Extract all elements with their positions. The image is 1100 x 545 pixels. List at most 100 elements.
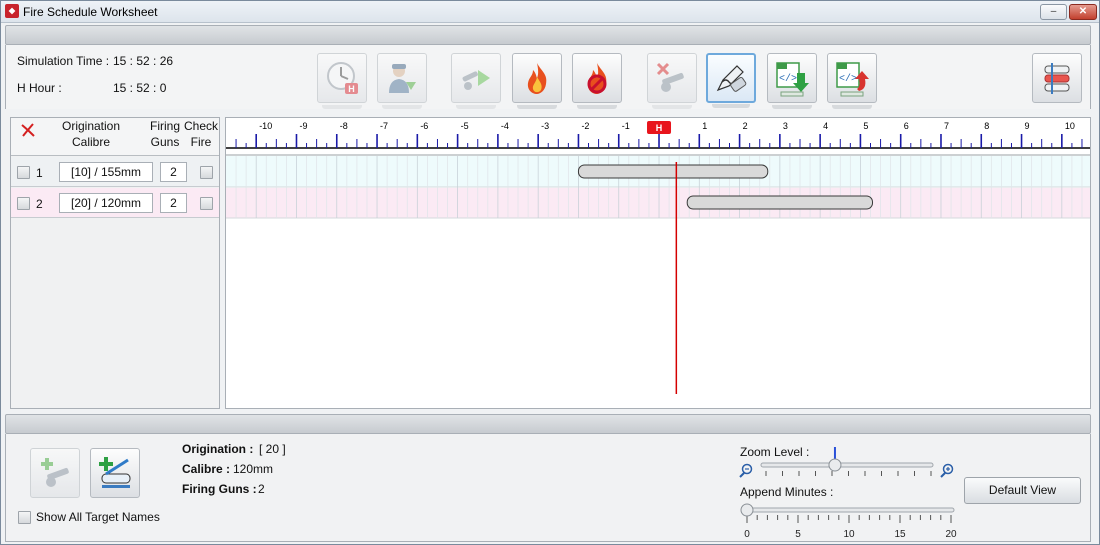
show-all-targets-checkbox[interactable] [18, 511, 31, 524]
fire-schedule-bar[interactable] [577, 164, 769, 179]
xml-import-icon: </> [776, 62, 809, 97]
axis-tick-label: -4 [501, 121, 509, 131]
add-target-icon [99, 457, 131, 488]
remove-gun-button[interactable] [647, 53, 697, 109]
detail-origination-value: [ 20 ] [259, 442, 286, 456]
h-hour-value: 15 : 52 : 0 [113, 81, 167, 95]
axis-tick-label: -7 [380, 121, 388, 131]
row-select-checkbox[interactable] [17, 166, 30, 179]
origination-calibre-field[interactable]: [20] / 120mm [59, 193, 153, 213]
pen-eraser-icon [716, 65, 747, 92]
default-view-button[interactable]: Default View [964, 477, 1081, 504]
append-minutes-label: Append Minutes : [740, 485, 834, 499]
main-window: Fire Schedule Worksheet – ✕ Simulation T… [0, 0, 1100, 545]
zoom-thumb[interactable] [828, 458, 842, 472]
assign-soldier-button[interactable] [377, 53, 427, 109]
check-fire-checkbox[interactable] [200, 197, 213, 210]
timeline-panel[interactable]: -10 -9 -8 -7 -6 -5 -4 -3 -2 -1 1 2 3 4 5 6 7 8 9 10 H [225, 117, 1091, 409]
svg-text:H: H [348, 84, 355, 94]
timeline-canvas[interactable]: -10 -9 -8 -7 -6 -5 -4 -3 -2 -1 1 2 3 4 5 6 7 8 9 10 H [226, 118, 1091, 409]
zoom-in-icon[interactable] [940, 463, 954, 478]
close-button[interactable]: ✕ [1069, 4, 1097, 20]
layers-icon [1044, 63, 1070, 94]
window-title: Fire Schedule Worksheet [23, 5, 158, 19]
check-fire-header: Check Fire [183, 118, 219, 150]
firing-guns-field[interactable]: 2 [160, 193, 187, 213]
bottom-collapse-band[interactable] [5, 414, 1091, 434]
fire-header: Fire [190, 135, 212, 149]
h-hour-clock-button[interactable]: H [317, 53, 367, 109]
add-schedule-button[interactable] [90, 448, 140, 498]
layout-toggle-button[interactable] [1032, 53, 1082, 103]
append-minutes-slider[interactable]: 0 5 10 15 20 [736, 501, 961, 541]
firing-guns-header: Firing Guns [147, 118, 183, 150]
detail-firing-guns-label: Firing Guns : [182, 482, 257, 496]
row-select-checkbox[interactable] [17, 197, 30, 210]
minimize-button[interactable]: – [1040, 4, 1067, 20]
append-tick-label: 10 [843, 529, 855, 540]
svg-text:</>: </> [839, 73, 857, 85]
axis-tick-label: 3 [783, 121, 788, 131]
title-bar: Fire Schedule Worksheet – ✕ [1, 1, 1099, 23]
detail-calibre-label: Calibre : [182, 462, 231, 476]
append-minutes-thumb[interactable] [740, 503, 754, 517]
axis-tick-label: 8 [984, 121, 989, 131]
axis-tick-label: 5 [863, 121, 868, 131]
clock-h-icon: H [327, 62, 358, 94]
zoom-slider[interactable] [736, 445, 961, 481]
check-header: Check [183, 119, 218, 133]
fire-button[interactable] [512, 53, 562, 109]
cannon-play-icon [462, 70, 490, 90]
fire-schedule-bar[interactable] [686, 195, 874, 210]
cease-fire-button[interactable] [572, 53, 622, 109]
axis-tick-label: -8 [340, 121, 348, 131]
axis-tick-label: -10 [259, 121, 272, 131]
axis-tick-label: 6 [904, 121, 909, 131]
axis-tick-label: 2 [743, 121, 748, 131]
row-index: 1 [36, 166, 43, 180]
axis-tick-label: -3 [541, 121, 549, 131]
firing-header: Firing [149, 119, 180, 133]
origination-header: Origination [61, 119, 121, 133]
show-all-targets-label: Show All Target Names [36, 510, 160, 524]
axis-tick-label: 1 [702, 121, 707, 131]
append-tick-label: 5 [795, 529, 801, 540]
list-item[interactable]: 1 [10] / 155mm 2 [11, 157, 219, 187]
app-icon [5, 4, 19, 18]
h-hour-label: H Hour : [17, 81, 62, 95]
axis-tick-label: -2 [581, 121, 589, 131]
append-tick-label: 15 [894, 529, 906, 540]
axis-tick-label: 4 [823, 121, 828, 131]
zoom-out-icon[interactable] [739, 463, 753, 478]
firing-guns-field[interactable]: 2 [160, 162, 187, 182]
check-fire-checkbox[interactable] [200, 166, 213, 179]
axis-tick-label: 9 [1025, 121, 1030, 131]
calibre-header: Calibre [71, 135, 110, 149]
xml-export-icon: </> [836, 62, 869, 97]
top-collapse-band[interactable] [5, 25, 1091, 45]
axis-tick-label: -1 [622, 121, 630, 131]
cannon-add-icon [41, 458, 69, 487]
axis-tick-label: -6 [420, 121, 428, 131]
detail-firing-guns-value: 2 [258, 482, 265, 496]
add-gun-button[interactable] [30, 448, 80, 498]
export-xml-button[interactable]: </> [827, 53, 877, 109]
axis-tick-label: 10 [1065, 121, 1075, 131]
import-xml-button[interactable]: </> [767, 53, 817, 109]
play-fire-button[interactable] [451, 53, 501, 109]
red-x-icon[interactable] [20, 122, 36, 138]
h-hour-marker-label: H [656, 123, 663, 133]
fire-stop-icon [587, 63, 607, 94]
guns-header: Guns [150, 135, 180, 149]
axis-tick-label: -5 [461, 121, 469, 131]
simulation-time-label: Simulation Time : [17, 54, 110, 68]
append-tick-label: 20 [945, 529, 957, 540]
list-item[interactable]: 2 [20] / 120mm 2 [11, 188, 219, 218]
origination-calibre-header: Origination Calibre [51, 118, 131, 150]
edit-erase-button[interactable] [706, 53, 756, 108]
gun-list: 1 [10] / 155mm 2 2 [20] / 120mm 2 [11, 155, 219, 408]
soldier-icon [389, 64, 416, 93]
detail-origination-label: Origination : [182, 442, 254, 456]
origination-calibre-field[interactable]: [10] / 155mm [59, 162, 153, 182]
row-index: 2 [36, 197, 43, 211]
